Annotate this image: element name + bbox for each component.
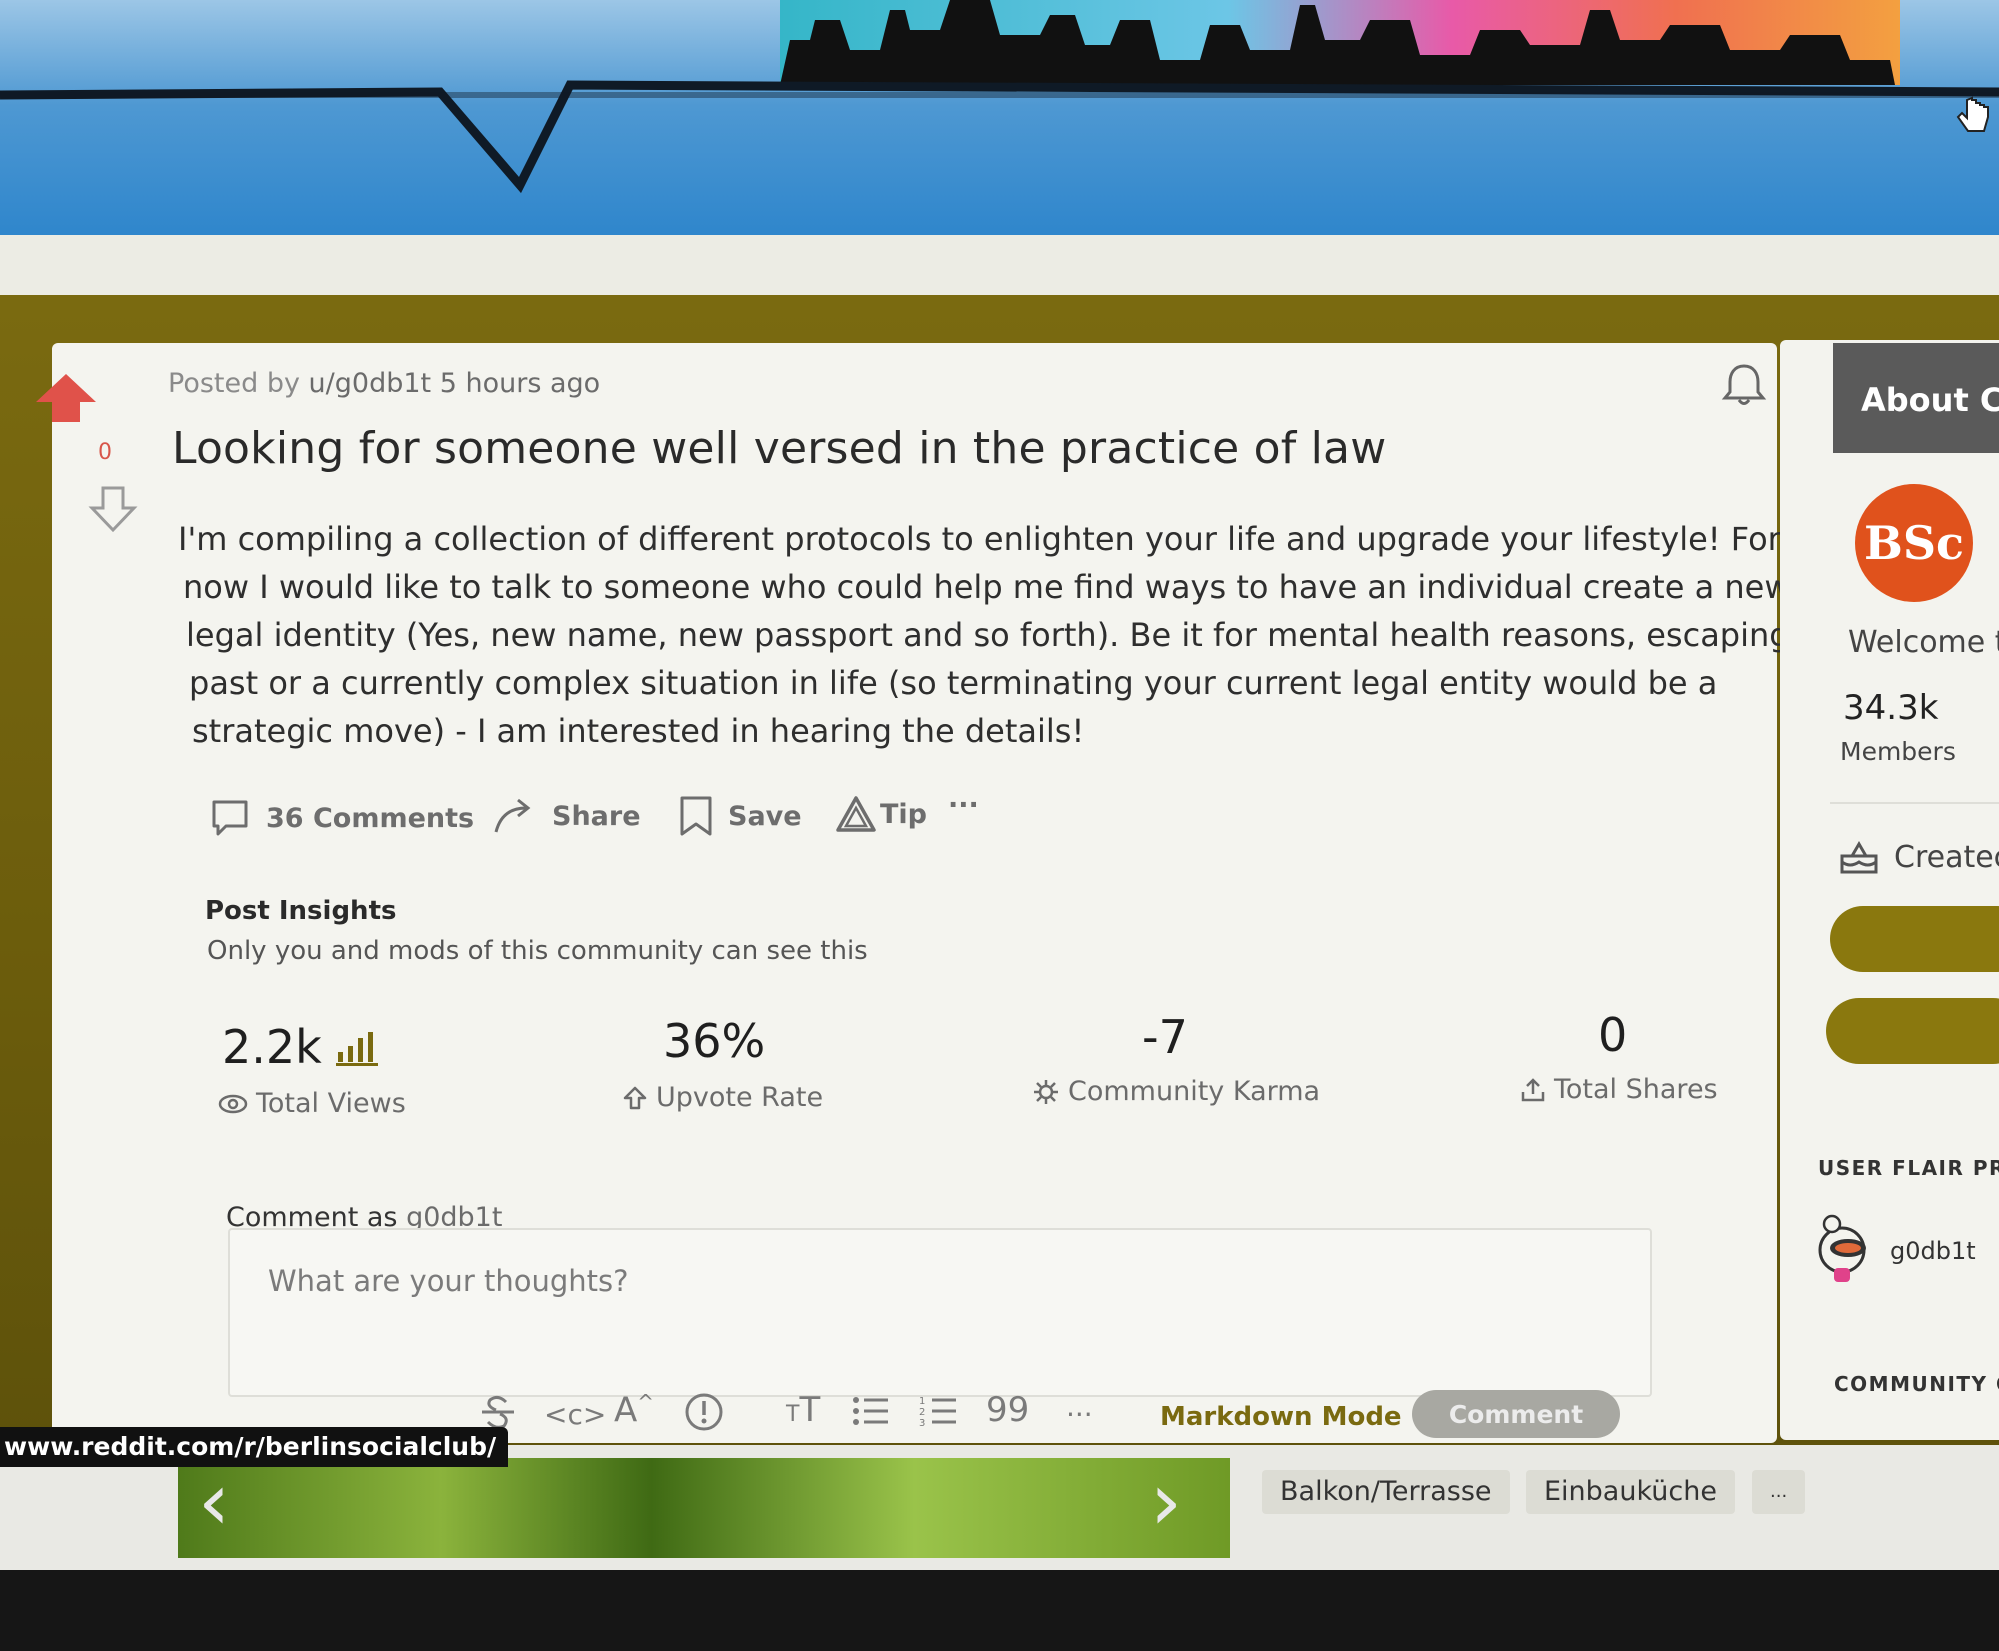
eye-icon bbox=[218, 1094, 248, 1113]
heading-icon[interactable]: TT bbox=[786, 1390, 820, 1430]
tip-triangle-icon bbox=[836, 796, 876, 832]
post-body-line: strategic move) - I am interested in hea… bbox=[192, 712, 1085, 750]
comment-submit-button[interactable]: Comment bbox=[1412, 1390, 1620, 1438]
numbered-list-icon[interactable]: 123 bbox=[918, 1390, 960, 1441]
comment-bubble-icon bbox=[212, 800, 248, 836]
listing-chip-more[interactable]: ... bbox=[1752, 1470, 1806, 1514]
header-spacer bbox=[0, 235, 1999, 295]
about-community-title: About Co bbox=[1861, 381, 1999, 419]
upvote-outline-icon bbox=[623, 1086, 647, 1109]
svg-text:1: 1 bbox=[919, 1396, 925, 1407]
bar-chart-icon bbox=[335, 1032, 378, 1066]
downvote-icon[interactable] bbox=[88, 484, 138, 538]
sidebar-divider bbox=[1830, 802, 1999, 804]
user-flair-preview-heading: USER FLAIR PRE bbox=[1818, 1156, 1999, 1180]
post-body-line: I'm compiling a collection of different … bbox=[178, 520, 1781, 558]
community-created-text: Createc bbox=[1894, 839, 1999, 875]
about-community-header: About Co bbox=[1833, 343, 1999, 453]
community-karma-value: -7 bbox=[1142, 1010, 1188, 1064]
listing-chip[interactable]: Einbauküche bbox=[1526, 1470, 1735, 1514]
post-insights-heading: Post Insights bbox=[205, 896, 397, 926]
share-label: Share bbox=[552, 800, 641, 832]
screen-bezel bbox=[0, 1570, 1999, 1651]
save-label: Save bbox=[728, 800, 802, 832]
share-upload-icon bbox=[1521, 1077, 1545, 1101]
author-link[interactable]: u/g0db1t bbox=[309, 368, 432, 399]
comment-placeholder: What are your thoughts? bbox=[268, 1264, 629, 1298]
total-views-label: Total Views bbox=[218, 1088, 406, 1119]
markdown-mode-toggle[interactable]: Markdown Mode bbox=[1160, 1402, 1402, 1432]
share-button[interactable]: Share bbox=[492, 794, 641, 838]
inline-code-icon[interactable]: <c> bbox=[544, 1398, 606, 1431]
listing-chip[interactable]: Balkon/Terrasse bbox=[1262, 1470, 1510, 1514]
hand-cursor-icon bbox=[1955, 96, 1991, 140]
upvote-icon[interactable] bbox=[30, 370, 102, 430]
posted-by-label: Posted by bbox=[168, 368, 300, 399]
notification-bell-icon[interactable] bbox=[1720, 362, 1768, 412]
svg-text:3: 3 bbox=[919, 1418, 925, 1429]
total-shares-value: 0 bbox=[1598, 1008, 1628, 1062]
upvote-rate-value: 36% bbox=[663, 1014, 766, 1068]
save-button[interactable]: Save bbox=[678, 794, 802, 838]
status-bar-url: www.reddit.com/r/berlinsocialclub/ bbox=[0, 1427, 509, 1467]
subreddit-banner bbox=[0, 0, 1999, 235]
total-shares-text: Total Shares bbox=[1554, 1074, 1718, 1105]
quote-block-icon[interactable]: 99 bbox=[986, 1390, 1029, 1430]
vote-count: 0 bbox=[98, 440, 112, 465]
post-insights-subtitle: Only you and mods of this community can … bbox=[207, 936, 868, 966]
post-body-line: legal identity (Yes, new name, new passp… bbox=[186, 616, 1853, 654]
post-title[interactable]: Looking for someone well versed in the p… bbox=[172, 423, 1386, 474]
community-created-row: Createc bbox=[1838, 838, 1999, 876]
spoiler-icon[interactable] bbox=[682, 1390, 726, 1443]
total-views-stat: 2.2k bbox=[222, 1020, 380, 1074]
listing-photo bbox=[178, 1458, 1230, 1558]
total-shares-label: Total Shares bbox=[1520, 1074, 1718, 1105]
karma-icon bbox=[1034, 1079, 1058, 1104]
comment-input[interactable] bbox=[228, 1228, 1652, 1397]
flair-username: g0db1t bbox=[1890, 1237, 1976, 1265]
community-welcome-text: Welcome t bbox=[1848, 625, 1999, 660]
cake-icon bbox=[1840, 841, 1878, 874]
total-views-text: Total Views bbox=[256, 1088, 406, 1119]
community-karma-label: Community Karma bbox=[1032, 1076, 1320, 1107]
berlin-skyline-banner-art bbox=[0, 0, 1999, 194]
user-avatar[interactable] bbox=[1806, 1212, 1876, 1292]
toolbar-more-icon[interactable]: ··· bbox=[1066, 1398, 1093, 1431]
chevron-right-icon[interactable]: › bbox=[1150, 1462, 1182, 1542]
more-options-button[interactable]: ··· bbox=[948, 790, 979, 821]
tip-button[interactable]: Tip bbox=[834, 794, 927, 834]
community-logo[interactable]: BSc bbox=[1855, 484, 1973, 602]
members-count: 34.3k bbox=[1843, 688, 1939, 728]
post-body-line: now I would like to talk to someone who … bbox=[183, 568, 1791, 606]
chevron-left-icon[interactable]: ‹ bbox=[198, 1462, 230, 1542]
join-button[interactable] bbox=[1830, 906, 1999, 972]
svg-text:2: 2 bbox=[919, 1407, 925, 1418]
tip-label: Tip bbox=[880, 798, 927, 830]
members-label: Members bbox=[1840, 737, 1956, 766]
share-arrow-icon bbox=[494, 798, 531, 833]
community-karma-text: Community Karma bbox=[1068, 1076, 1321, 1107]
comments-button[interactable]: 36 Comments bbox=[208, 796, 474, 840]
upvote-rate-label: Upvote Rate bbox=[622, 1082, 823, 1113]
comments-count-label: 36 Comments bbox=[266, 802, 475, 834]
bookmark-icon bbox=[680, 796, 712, 836]
total-views-value: 2.2k bbox=[222, 1020, 322, 1074]
post-body-line: past or a currently complex situation in… bbox=[189, 664, 1718, 702]
upvote-rate-text: Upvote Rate bbox=[656, 1082, 824, 1113]
more-dots-icon: ··· bbox=[948, 790, 979, 821]
post-meta: Posted by u/g0db1t 5 hours ago bbox=[168, 368, 600, 399]
community-options-heading[interactable]: COMMUNITY O bbox=[1834, 1372, 1999, 1396]
post-time: 5 hours ago bbox=[439, 368, 601, 399]
superscript-icon[interactable]: A^ bbox=[614, 1390, 654, 1430]
bulleted-list-icon[interactable] bbox=[850, 1390, 892, 1441]
create-post-button[interactable] bbox=[1826, 998, 1999, 1064]
